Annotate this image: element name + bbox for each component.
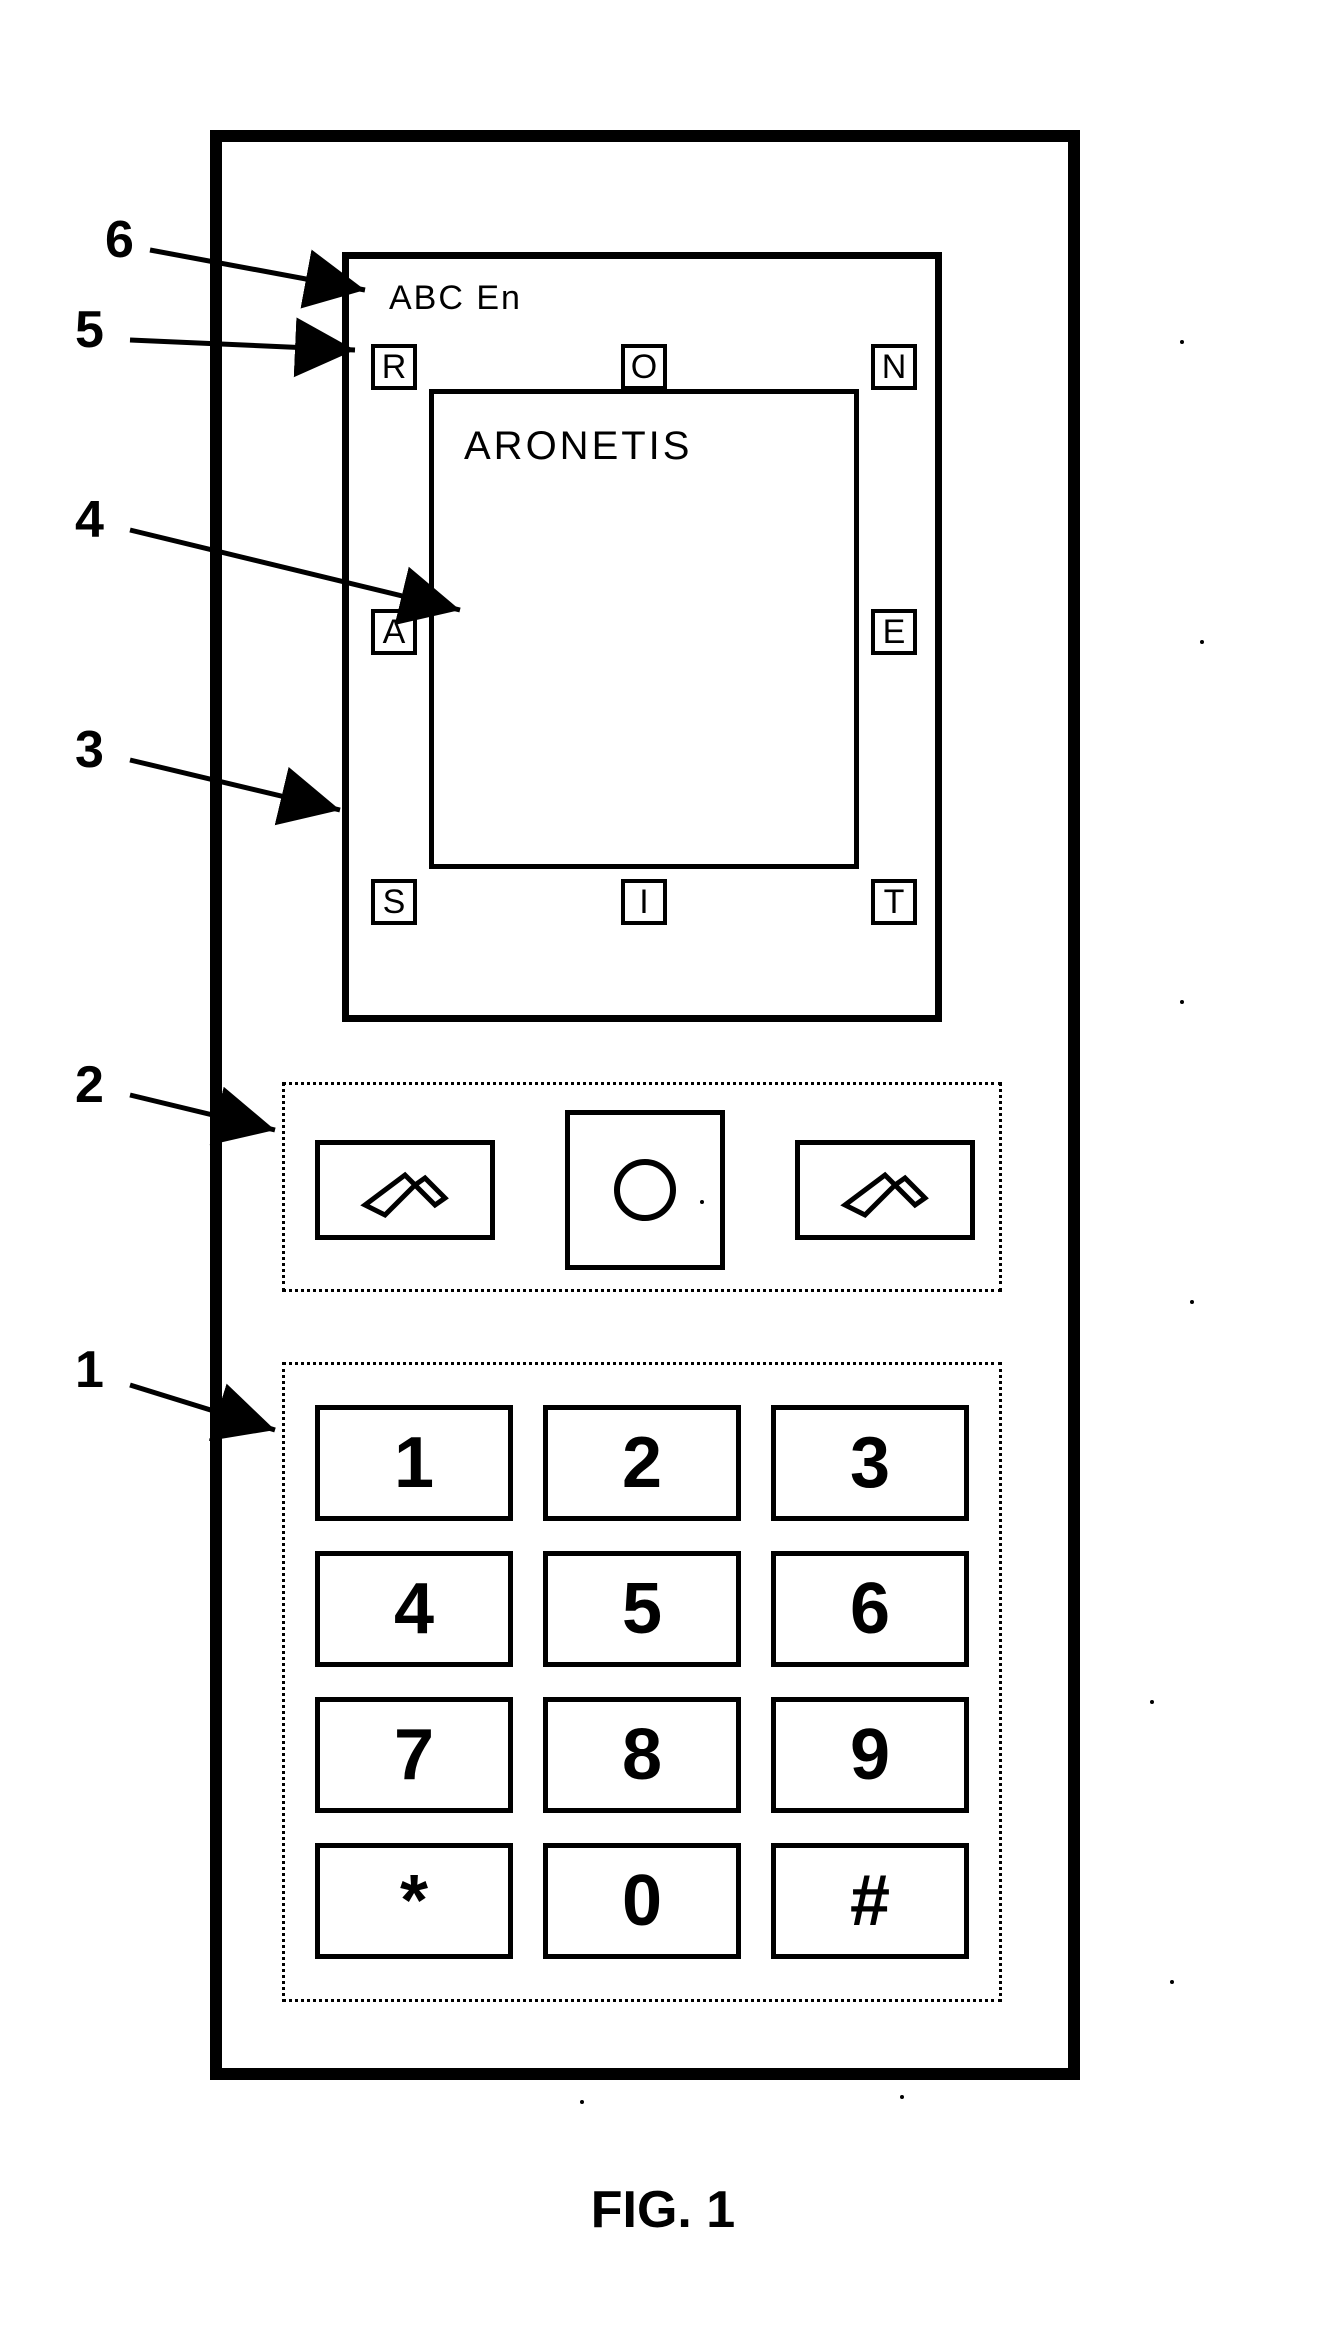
text-entry-area[interactable]: ARONETIS	[429, 389, 859, 869]
callout-1: 1	[75, 1340, 104, 1400]
key-0[interactable]: 0	[543, 1843, 741, 1959]
call-answer-button[interactable]	[315, 1140, 495, 1240]
callout-6: 6	[105, 210, 134, 270]
callout-5: 5	[75, 300, 104, 360]
call-end-button[interactable]	[795, 1140, 975, 1240]
speckle	[1170, 1980, 1174, 1984]
letter-box-bot-left[interactable]: S	[371, 879, 417, 925]
figure-caption: FIG. 1	[0, 2180, 1326, 2240]
key-4[interactable]: 4	[315, 1551, 513, 1667]
numeric-keypad: 1 2 3 4 5 6 7 8 9 * 0 #	[282, 1362, 1002, 2002]
key-6[interactable]: 6	[771, 1551, 969, 1667]
speckle	[580, 2100, 584, 2104]
callout-4: 4	[75, 490, 104, 550]
key-5[interactable]: 5	[543, 1551, 741, 1667]
handset-icon	[830, 1160, 940, 1220]
letter-box-top-mid[interactable]: O	[621, 344, 667, 390]
key-star[interactable]: *	[315, 1843, 513, 1959]
letter-box-mid-right[interactable]: E	[871, 609, 917, 655]
speckle	[900, 2095, 904, 2099]
handset-icon	[350, 1160, 460, 1220]
speckle	[700, 1200, 704, 1204]
speckle	[1180, 340, 1184, 344]
softkey-row	[282, 1082, 1002, 1292]
callout-2: 2	[75, 1055, 104, 1115]
center-select-button[interactable]	[565, 1110, 725, 1270]
key-7[interactable]: 7	[315, 1697, 513, 1813]
speckle	[1190, 1300, 1194, 1304]
speckle	[1200, 640, 1204, 644]
display-screen: ABC En R O N A E S I T ARONETIS	[342, 252, 942, 1022]
speckle	[1180, 1000, 1184, 1004]
input-mode-indicator: ABC En	[389, 279, 522, 318]
mobile-device-body: ABC En R O N A E S I T ARONETIS	[210, 130, 1080, 2080]
entered-text: ARONETIS	[464, 424, 692, 469]
letter-box-top-left[interactable]: R	[371, 344, 417, 390]
speckle	[1150, 1700, 1154, 1704]
key-hash[interactable]: #	[771, 1843, 969, 1959]
key-9[interactable]: 9	[771, 1697, 969, 1813]
key-8[interactable]: 8	[543, 1697, 741, 1813]
patent-figure-page: ABC En R O N A E S I T ARONETIS	[0, 0, 1326, 2328]
key-1[interactable]: 1	[315, 1405, 513, 1521]
key-2[interactable]: 2	[543, 1405, 741, 1521]
letter-box-bot-right[interactable]: T	[871, 879, 917, 925]
key-3[interactable]: 3	[771, 1405, 969, 1521]
circle-icon	[605, 1150, 685, 1230]
letter-box-bot-mid[interactable]: I	[621, 879, 667, 925]
callout-3: 3	[75, 720, 104, 780]
letter-box-mid-left[interactable]: A	[371, 609, 417, 655]
letter-box-top-right[interactable]: N	[871, 344, 917, 390]
